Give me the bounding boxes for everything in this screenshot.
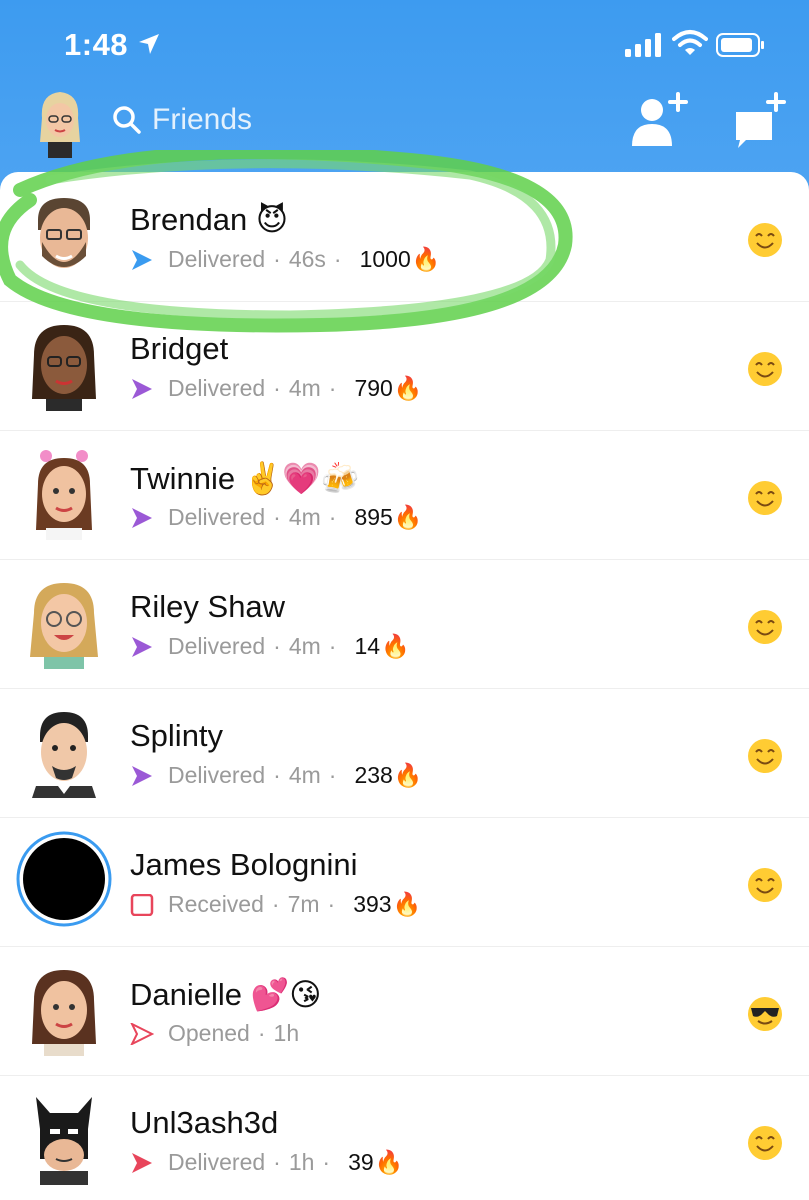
wifi-icon <box>672 30 708 55</box>
streak-count: 238🔥 <box>354 762 423 788</box>
smiling-face-icon <box>748 352 782 386</box>
fire-emoji: 🔥 <box>393 504 423 530</box>
name-emoji: ✌️💗🍻 <box>243 461 360 496</box>
battery-icon <box>716 33 764 57</box>
delivered-purple-arrow-icon <box>132 507 152 528</box>
chat-row[interactable]: James Bolognini Received · 7m · 393🔥 <box>0 817 809 947</box>
streak-count: 790🔥 <box>354 375 423 401</box>
friend-name: Bridget <box>130 331 229 366</box>
delivered-red-arrow-icon <box>132 1152 152 1173</box>
status-label: Delivered <box>168 375 266 401</box>
status-label: Delivered <box>168 1149 266 1175</box>
friend-bitmoji-avatar <box>32 325 96 411</box>
friend-name: James Bolognini <box>130 847 358 882</box>
friend-name: Riley Shaw <box>130 589 286 624</box>
my-bitmoji-avatar[interactable] <box>36 88 84 158</box>
status-time: 4m <box>288 375 321 401</box>
status-label: Delivered <box>168 246 266 272</box>
status-label: Delivered <box>168 633 266 659</box>
friend-name: Unl3ash3d <box>130 1105 279 1140</box>
smiling-face-icon <box>748 223 782 257</box>
chat-row[interactable]: Riley Shaw Delivered · 4m · 14🔥 <box>0 559 809 689</box>
fire-emoji: 🔥 <box>381 633 410 659</box>
chat-row[interactable]: Bridget Delivered · 4m · 790🔥 <box>0 301 809 431</box>
fire-emoji: 🔥 <box>393 762 423 788</box>
search-placeholder: Friends <box>152 103 253 136</box>
streak-count: 393🔥 <box>353 891 422 917</box>
streak-count: 1000🔥 <box>359 246 441 272</box>
chat-row[interactable]: Unl3ash3d Delivered · 1h · 39🔥 <box>0 1075 809 1200</box>
streak-count: 39🔥 <box>348 1149 404 1175</box>
chat-status: Opened · 1h <box>130 1020 299 1047</box>
delivered-blue-arrow-icon <box>132 249 152 270</box>
smiling-face-icon <box>748 481 782 515</box>
received-red-square-icon <box>130 893 154 916</box>
fire-emoji: 🔥 <box>374 1149 404 1175</box>
chat-list: Brendan 😈 Delivered · 46s · 1000🔥 Bridge… <box>0 172 809 1200</box>
chat-status: Received · 7m · 393🔥 <box>130 891 421 918</box>
chat-status: Delivered · 1h · 39🔥 <box>130 1149 403 1176</box>
streak-count: 895🔥 <box>354 504 423 530</box>
friend-name: Splinty <box>130 718 224 753</box>
status-time: 7m <box>287 891 320 917</box>
status-label: Opened <box>168 1020 250 1046</box>
delivered-purple-arrow-icon <box>132 765 152 786</box>
friend-bitmoji-avatar <box>32 712 96 798</box>
status-bar: 1:48 <box>0 0 809 80</box>
status-time: 1h <box>273 1020 300 1046</box>
chat-status: Delivered · 4m · 238🔥 <box>130 762 422 789</box>
smiling-face-icon <box>748 610 782 644</box>
friend-bitmoji-avatar <box>38 198 90 268</box>
chat-row[interactable]: Splinty Delivered · 4m · 238🔥 <box>0 688 809 818</box>
chat-status: Delivered · 4m · 790🔥 <box>130 375 422 402</box>
chat-row[interactable]: Twinnie ✌️💗🍻 Delivered · 4m · 895🔥 <box>0 430 809 560</box>
chat-status: Delivered · 46s · 1000🔥 <box>130 246 440 273</box>
name-emoji: 💕😘 <box>250 977 322 1012</box>
chat-status: Delivered · 4m · 14🔥 <box>130 633 410 660</box>
friend-profile-avatar <box>16 831 112 927</box>
friend-name: Brendan 😈 <box>130 202 289 237</box>
sunglasses-face-icon <box>748 997 782 1031</box>
status-label: Delivered <box>168 504 266 530</box>
opened-red-arrow-outline-icon <box>130 1022 154 1045</box>
location-arrow-icon <box>139 34 159 54</box>
status-time: 1h <box>288 1149 315 1175</box>
streak-count: 14🔥 <box>354 633 410 659</box>
status-time: 1:48 <box>64 27 129 62</box>
friend-name: Danielle 💕😘 <box>130 977 322 1012</box>
friend-bitmoji-avatar <box>30 583 98 669</box>
cellular-signal-icon <box>625 33 661 57</box>
chat-status: Delivered · 4m · 895🔥 <box>130 504 422 531</box>
add-friend-icon[interactable] <box>630 90 690 150</box>
status-label: Received <box>168 891 264 917</box>
name-emoji: 😈 <box>255 202 289 237</box>
status-time: 4m <box>288 504 321 530</box>
new-chat-icon[interactable] <box>732 90 788 150</box>
app-header: 1:48 Friends <box>0 0 809 200</box>
status-time: 4m <box>288 633 321 659</box>
friend-bitmoji-avatar <box>36 450 92 540</box>
delivered-purple-arrow-icon <box>132 636 152 657</box>
delivered-purple-arrow-icon <box>132 378 152 399</box>
search-bar[interactable]: Friends <box>112 100 252 140</box>
status-label: Delivered <box>168 762 266 788</box>
status-time: 4m <box>288 762 321 788</box>
chat-row[interactable]: Danielle 💕😘 Opened · 1h <box>0 946 809 1076</box>
fire-emoji: 🔥 <box>393 375 423 401</box>
smiling-face-icon <box>748 868 782 902</box>
friend-name: Twinnie ✌️💗🍻 <box>130 461 360 496</box>
chat-row[interactable]: Brendan 😈 Delivered · 46s · 1000🔥 <box>0 172 809 302</box>
search-icon <box>113 106 141 134</box>
smiling-face-icon <box>748 739 782 773</box>
smiling-face-icon <box>748 1126 782 1160</box>
friend-bitmoji-avatar <box>36 1097 92 1185</box>
friend-bitmoji-avatar <box>32 970 96 1056</box>
status-time: 46s <box>288 246 326 272</box>
fire-emoji: 🔥 <box>392 891 422 917</box>
top-nav: Friends <box>0 80 809 180</box>
fire-emoji: 🔥 <box>411 246 441 272</box>
